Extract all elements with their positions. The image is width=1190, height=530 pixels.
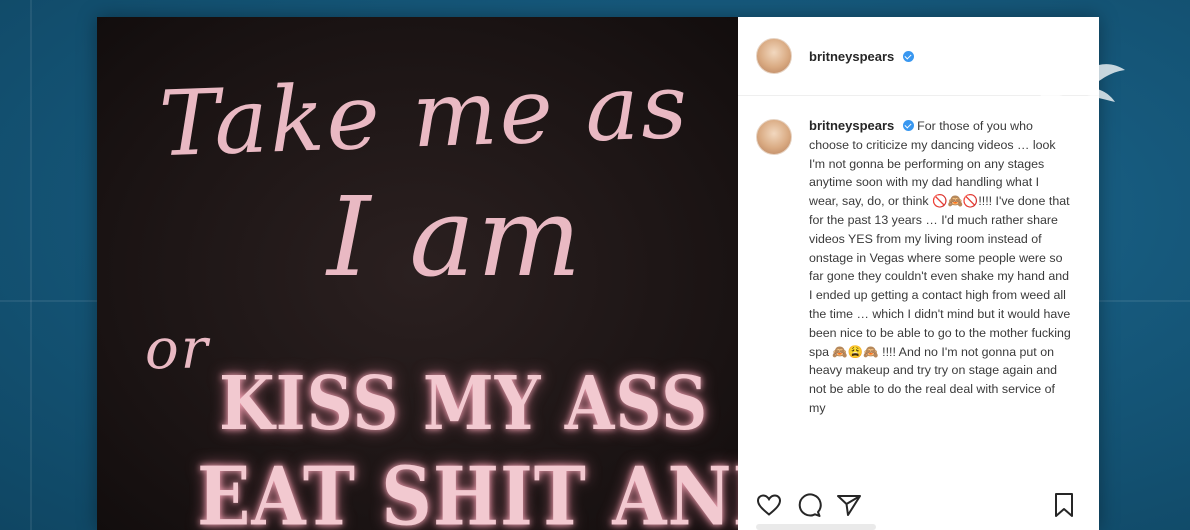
action-bar	[756, 490, 1075, 520]
bookmark-icon[interactable]	[1053, 492, 1075, 518]
caption-comment: britneyspears For those of you who choos…	[756, 117, 1075, 462]
header-username-text[interactable]: britneyspears	[809, 49, 894, 64]
image-text-line3: or	[145, 317, 210, 382]
avatar[interactable]	[756, 119, 792, 155]
header-username[interactable]: britneyspears	[809, 49, 914, 64]
caption-text: For those of you who choose to criticize…	[809, 119, 1071, 415]
comment-icon[interactable]	[796, 492, 822, 518]
image-text-line2: I am	[327, 173, 584, 301]
avatar[interactable]	[756, 38, 792, 74]
image-text-line1: Take me as	[157, 53, 691, 178]
verified-icon	[902, 120, 914, 131]
caption-block: britneyspears For those of you who choos…	[809, 117, 1071, 462]
post-image[interactable]: Take me as I am or KISS MY ASS EAT SHIT …	[97, 17, 738, 530]
wings-logo-icon	[1020, 42, 1130, 122]
caption-username[interactable]: britneyspears	[809, 118, 894, 133]
image-text-line4: KISS MY ASS	[219, 361, 709, 448]
background-line	[30, 0, 32, 530]
image-text-line5: EAT SHIT AND	[197, 448, 738, 530]
heart-icon[interactable]	[756, 493, 782, 517]
likes-line-cutoff	[756, 524, 876, 530]
instagram-post-frame: Take me as I am or KISS MY ASS EAT SHIT …	[97, 17, 1099, 530]
verified-icon	[902, 50, 914, 62]
share-icon[interactable]	[836, 493, 862, 517]
